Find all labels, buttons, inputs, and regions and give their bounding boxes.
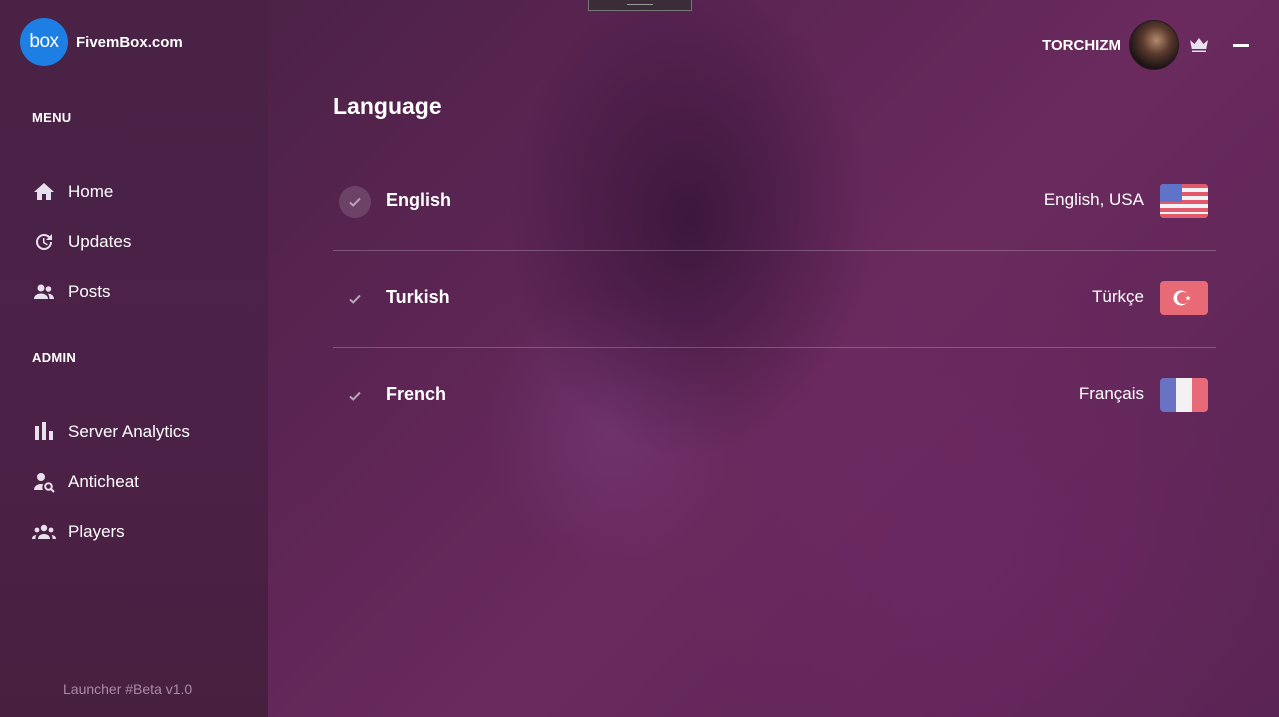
version-text: Launcher #Beta v1.0 (63, 681, 193, 697)
updates-icon (36, 233, 52, 250)
sidebar: box FivemBox.com MENU Home Updates Posts… (0, 0, 268, 717)
sidebar-item-updates[interactable]: Updates (32, 226, 131, 258)
language-name: Turkish (386, 287, 450, 307)
check-icon (339, 283, 371, 315)
fr-flag-icon (1160, 378, 1208, 412)
language-option-french[interactable]: French Français (333, 348, 1216, 444)
check-icon (339, 380, 371, 412)
sidebar-item-players[interactable]: Players (32, 516, 125, 548)
sidebar-item-label: Updates (68, 232, 132, 251)
menu-section-title: MENU (32, 110, 72, 125)
avatar[interactable] (1129, 20, 1179, 70)
crown-icon (1190, 38, 1208, 52)
box-logo-icon: box (20, 18, 68, 66)
sidebar-item-label: Server Analytics (68, 422, 190, 441)
brand-name: FivemBox.com (76, 33, 183, 51)
sidebar-item-home[interactable]: Home (32, 176, 113, 208)
sidebar-item-label: Posts (68, 282, 111, 301)
anticheat-icon (34, 473, 55, 493)
language-option-english[interactable]: English English, USA (333, 154, 1216, 251)
user-area: TORCHIZM (1042, 20, 1249, 70)
sidebar-item-posts[interactable]: Posts (32, 276, 111, 308)
sidebar-item-label: Home (68, 182, 114, 201)
minimize-button[interactable] (1233, 43, 1249, 47)
page-title: Language (333, 93, 442, 119)
sidebar-item-anticheat[interactable]: Anticheat (32, 466, 139, 498)
language-native-name: English, USA (1043, 190, 1144, 209)
language-name: English (386, 190, 452, 210)
brand[interactable]: box FivemBox.com (20, 18, 183, 66)
language-name: French (386, 384, 447, 404)
language-native-name: Français (1078, 384, 1144, 403)
window-drag-handle[interactable] (588, 0, 692, 11)
check-icon (339, 186, 371, 218)
language-list: English English, USA Turkish Türkçe Fren… (333, 154, 1216, 444)
language-native-name: Türkçe (1092, 287, 1144, 306)
admin-section-title: ADMIN (32, 350, 77, 365)
players-icon (32, 524, 56, 539)
sidebar-item-label: Anticheat (68, 472, 139, 491)
sidebar-item-label: Players (68, 522, 125, 541)
tr-flag-icon (1160, 281, 1208, 315)
home-icon (34, 183, 54, 200)
language-option-turkish[interactable]: Turkish Türkçe (333, 251, 1216, 348)
username: TORCHIZM (1042, 36, 1121, 54)
analytics-icon (35, 422, 53, 440)
sidebar-item-server-analytics[interactable]: Server Analytics (32, 416, 190, 448)
us-flag-icon (1160, 184, 1208, 218)
posts-icon (34, 284, 54, 299)
